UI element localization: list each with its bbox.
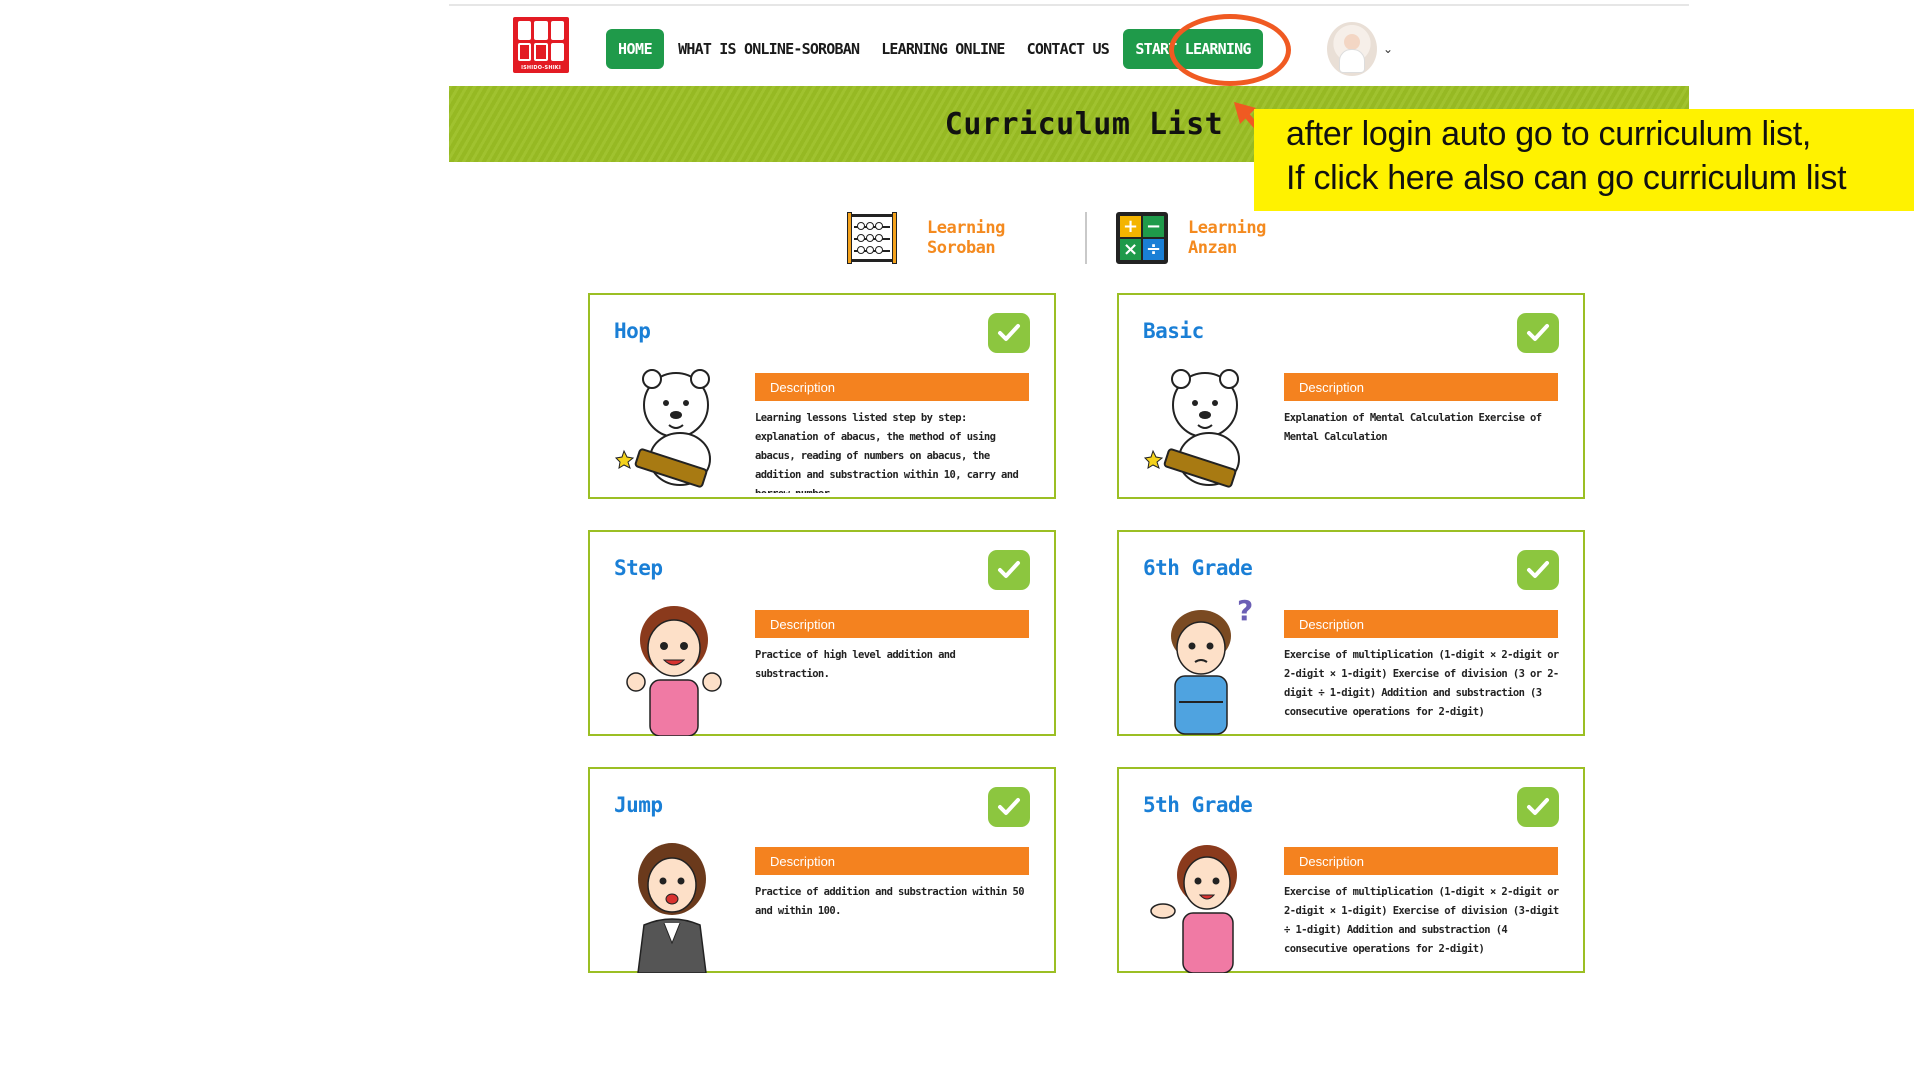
woman-presenting-illustration (1143, 833, 1263, 974)
nav-what-is-link[interactable]: WHAT IS ONLINE-SOROBAN (678, 40, 860, 58)
tab-soroban-line2: Soroban (927, 238, 996, 258)
card-description-text: Exercise of multiplication (1-digit × 2-… (1284, 886, 1559, 955)
check-icon (988, 313, 1030, 353)
woman-calling-illustration (614, 833, 734, 974)
annotation-highlight-ring (1169, 14, 1291, 86)
description-label: Description (755, 847, 1029, 875)
bear-abacus-illustration (1143, 359, 1263, 499)
card-description-text: Explanation of Mental Calculation Exerci… (1284, 412, 1542, 443)
nav-contact-link[interactable]: CONTACT US (1027, 40, 1110, 58)
annotation-line-2: If click here also can go curriculum lis… (1286, 159, 1847, 197)
curriculum-card-5th-grade[interactable]: 5th Grade Description Exercise of multip… (1117, 767, 1585, 974)
bear-abacus-illustration (614, 359, 734, 499)
check-icon (1517, 313, 1559, 353)
card-title: Jump (614, 793, 663, 817)
description-label: Description (1284, 610, 1558, 638)
description-label: Description (755, 373, 1029, 401)
boy-thinking-illustration: ? (1143, 594, 1263, 736)
site-logo[interactable]: ISHIDO-SHIKI (513, 17, 569, 73)
card-description-text: Exercise of multiplication (1-digit × 2-… (1284, 649, 1559, 718)
nav-learning-online-link[interactable]: LEARNING ONLINE (881, 40, 1005, 58)
description-label: Description (1284, 373, 1558, 401)
description-label: Description (755, 610, 1029, 638)
tab-soroban-line1: Learning (927, 218, 1005, 238)
card-title: Basic (1143, 319, 1204, 343)
card-description-text: Practice of high level addition and subs… (755, 649, 956, 680)
description-label: Description (1284, 847, 1558, 875)
curriculum-card-jump[interactable]: Jump Description Practice of addition an… (588, 767, 1056, 974)
tab-anzan-line2: Anzan (1188, 238, 1237, 258)
check-icon (988, 787, 1030, 827)
user-avatar[interactable] (1327, 22, 1377, 76)
curriculum-card-basic[interactable]: Basic Description Explanation of Mental … (1117, 293, 1585, 499)
check-icon (988, 550, 1030, 590)
tab-learning-soroban[interactable]: Learning Soroban (847, 210, 1005, 266)
annotation-line-1: after login auto go to curriculum list, (1286, 115, 1811, 153)
curriculum-card-6th-grade[interactable]: 6th Grade ? Description Exercise of mult… (1117, 530, 1585, 736)
nav-home-button[interactable]: HOME (606, 29, 665, 69)
user-menu-chevron-icon[interactable]: ⌄ (1383, 42, 1393, 56)
svg-text:?: ? (1237, 596, 1253, 627)
card-description-text: Practice of addition and substraction wi… (755, 886, 1025, 917)
calculator-icon: + − × ÷ (1116, 212, 1168, 264)
card-title: 6th Grade (1143, 556, 1253, 580)
check-icon (1517, 550, 1559, 590)
annotation-callout: after login auto go to curriculum list, … (1254, 109, 1914, 211)
abacus-icon (847, 212, 897, 264)
curriculum-card-step[interactable]: Step Description Practice of high level … (588, 530, 1056, 737)
main-nav: HOME WHAT IS ONLINE-SOROBAN LEARNING ONL… (606, 29, 1263, 69)
card-title: Step (614, 556, 663, 580)
card-description-text: Learning lessons listed step by step: ex… (755, 412, 1019, 493)
tab-anzan-line1: Learning (1188, 218, 1266, 238)
card-title: Hop (614, 319, 651, 343)
girl-cheering-illustration (614, 596, 734, 737)
card-title: 5th Grade (1143, 793, 1253, 817)
site-header: ISHIDO-SHIKI HOME WHAT IS ONLINE-SOROBAN… (449, 6, 1689, 86)
logo-mark (518, 21, 564, 61)
tab-divider (1085, 212, 1087, 264)
logo-text: ISHIDO-SHIKI (521, 65, 561, 71)
check-icon (1517, 787, 1559, 827)
tab-learning-anzan[interactable]: + − × ÷ Learning Anzan (1116, 210, 1266, 266)
curriculum-card-hop[interactable]: Hop Description Learning lessons listed … (588, 293, 1056, 499)
